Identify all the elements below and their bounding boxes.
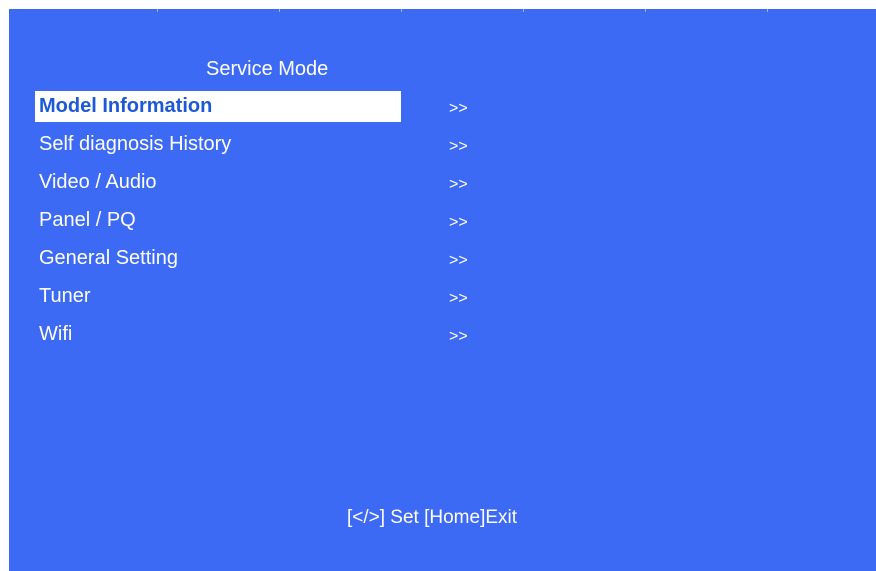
menu-item-label: Panel / PQ [39, 209, 136, 231]
submenu-arrow-icon: >> [449, 328, 468, 345]
top-tick-mark [401, 9, 402, 12]
menu-item-label: Video / Audio [39, 171, 157, 193]
menu-item-general-setting[interactable]: General Setting >> [35, 241, 515, 279]
top-tick-mark [767, 9, 768, 12]
top-tick-mark [523, 9, 524, 12]
submenu-arrow-icon: >> [449, 138, 468, 155]
menu-item-label: Self diagnosis History [39, 133, 232, 155]
service-menu: Model Information >> Self diagnosis Hist… [35, 89, 515, 355]
menu-item-label: Model Information [35, 91, 401, 122]
service-mode-screen: Service Mode Model Information >> Self d… [9, 9, 876, 571]
menu-item-label: Tuner [39, 285, 91, 307]
navigation-hint: [</>] Set [Home]Exit [347, 507, 518, 528]
submenu-arrow-icon: >> [449, 252, 468, 269]
menu-item-video-audio[interactable]: Video / Audio >> [35, 165, 515, 203]
top-tick-mark [279, 9, 280, 12]
submenu-arrow-icon: >> [449, 290, 468, 307]
submenu-arrow-icon: >> [449, 214, 468, 231]
submenu-arrow-icon: >> [449, 100, 468, 117]
top-tick-mark [645, 9, 646, 12]
menu-item-panel-pq[interactable]: Panel / PQ >> [35, 203, 515, 241]
menu-item-model-information[interactable]: Model Information >> [35, 89, 515, 127]
menu-item-tuner[interactable]: Tuner >> [35, 279, 515, 317]
menu-item-label: Wifi [39, 323, 73, 345]
menu-item-self-diagnosis-history[interactable]: Self diagnosis History >> [35, 127, 515, 165]
menu-item-wifi[interactable]: Wifi >> [35, 317, 515, 355]
page-title: Service Mode [206, 58, 329, 80]
top-tick-mark [157, 9, 158, 12]
menu-item-label: General Setting [39, 247, 178, 269]
submenu-arrow-icon: >> [449, 176, 468, 193]
